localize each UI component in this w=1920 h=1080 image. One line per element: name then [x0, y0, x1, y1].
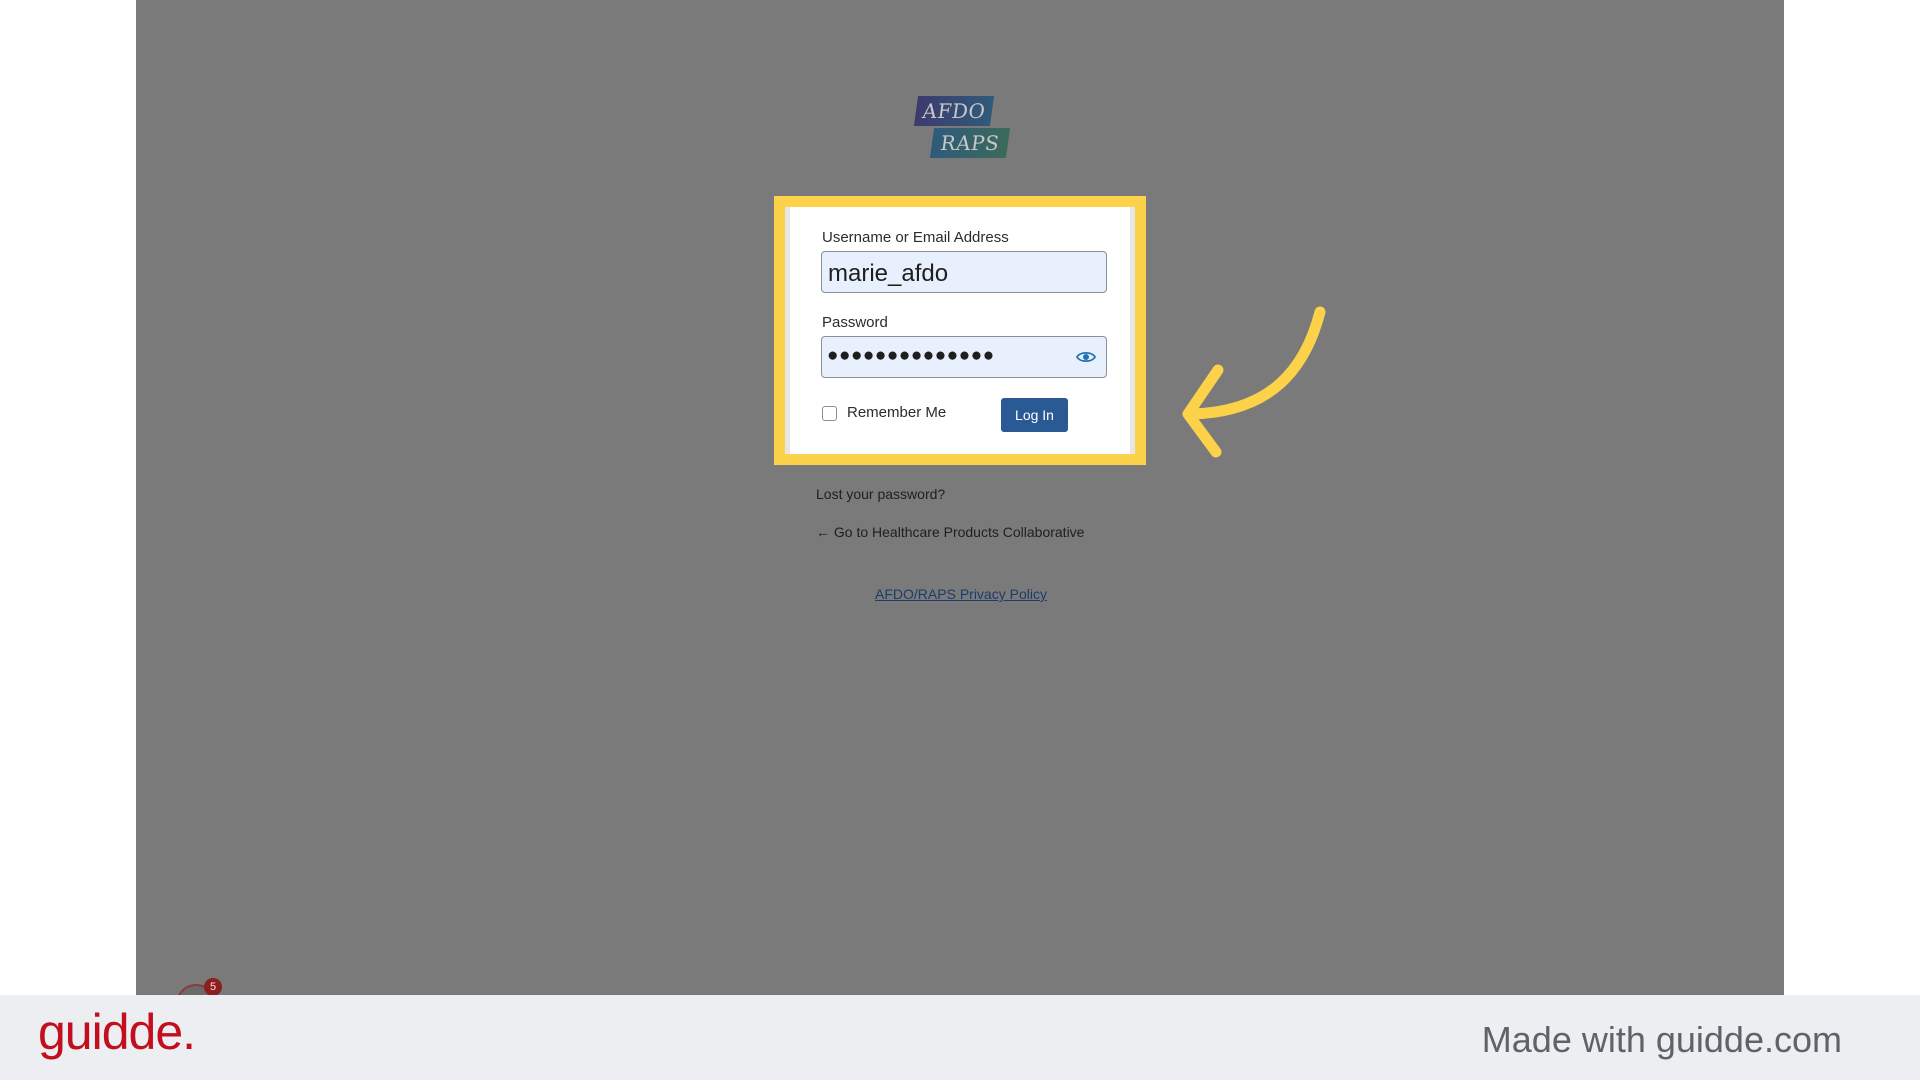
username-field[interactable]: marie_afdo [821, 251, 1107, 293]
username-label: Username or Email Address [822, 229, 1009, 246]
login-button[interactable]: Log In [1001, 398, 1068, 432]
privacy-policy-link[interactable]: AFDO/RAPS Privacy Policy [776, 586, 1146, 602]
made-with-text: Made with guidde.com [1481, 1019, 1842, 1060]
password-label: Password [822, 314, 888, 331]
lost-password-link[interactable]: Lost your password? [816, 486, 945, 502]
screen-overlay: AFDO RAPS Username or Email Address mari… [136, 0, 1784, 995]
guidde-logo: guidde. [38, 1004, 196, 1060]
remember-me-checkbox[interactable] [822, 406, 837, 421]
password-field[interactable]: ●●●●●●●●●●●●●● [821, 336, 1107, 378]
logo-afdo: AFDO [913, 96, 995, 126]
eye-icon[interactable] [1076, 349, 1096, 365]
site-logo[interactable]: AFDO RAPS [913, 96, 1011, 162]
back-to-site-link[interactable]: ← Go to Healthcare Products Collaborativ… [816, 524, 1084, 540]
curved-arrow-icon [1182, 306, 1326, 458]
password-masked-value: ●●●●●●●●●●●●●● [827, 345, 995, 366]
username-value: marie_afdo [828, 260, 949, 287]
footer-bar: guidde. Made with guidde.com [0, 995, 1920, 1080]
user-avatar[interactable]: 5 [176, 978, 226, 995]
logo-raps: RAPS [929, 128, 1011, 158]
login-form: Username or Email Address marie_afdo Pas… [785, 207, 1135, 454]
remember-me-label[interactable]: Remember Me [847, 404, 946, 421]
login-form-highlight: Username or Email Address marie_afdo Pas… [774, 196, 1146, 465]
notification-badge: 5 [204, 978, 222, 995]
